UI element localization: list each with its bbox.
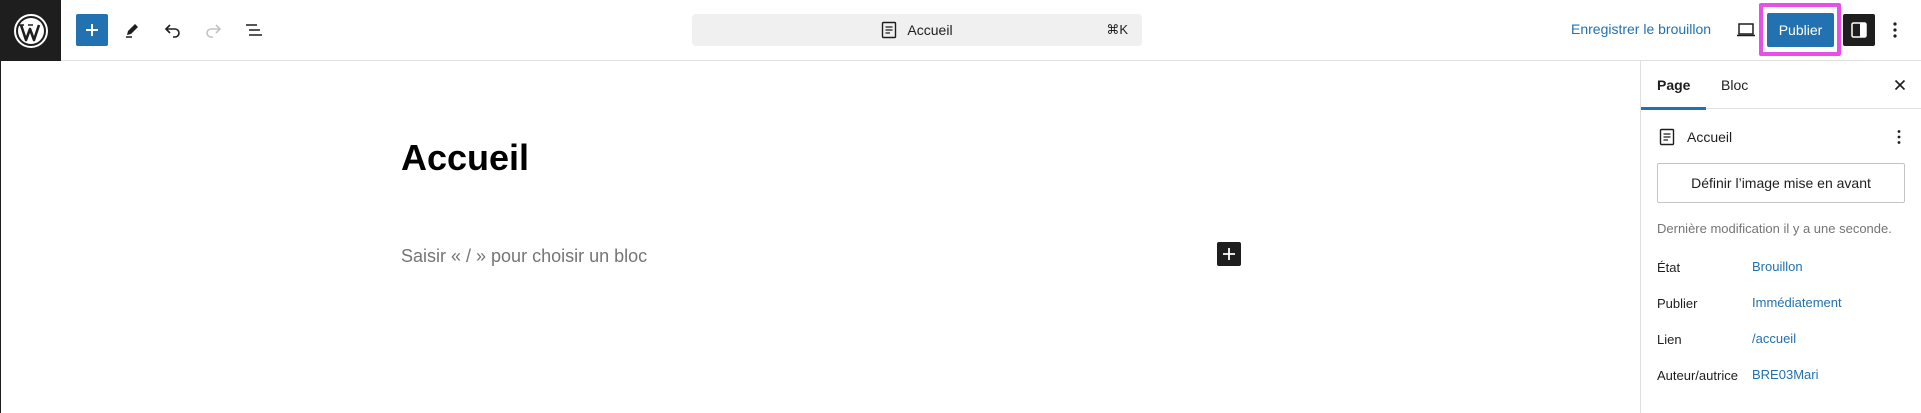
pencil-icon [126, 24, 138, 38]
link-value[interactable]: /accueil [1752, 331, 1796, 346]
block-placeholder[interactable]: Saisir « / » pour choisir un bloc [401, 246, 647, 267]
page-icon [1659, 128, 1675, 146]
page-icon [881, 21, 897, 39]
page-summary: Accueil [1659, 125, 1909, 149]
block-inserter-button[interactable] [1217, 242, 1241, 266]
close-icon [1894, 79, 1906, 91]
post-title[interactable]: Accueil [401, 137, 529, 179]
document-bar[interactable]: Accueil ⌘K [692, 14, 1142, 46]
tools-button[interactable] [116, 14, 148, 46]
set-featured-image-button[interactable]: Définir l’image mise en avant [1657, 163, 1905, 203]
redo-button[interactable] [197, 14, 229, 46]
plus-icon [86, 24, 98, 36]
status-label: État [1657, 260, 1681, 275]
link-label: Lien [1657, 332, 1682, 347]
author-label: Auteur/au­trice [1657, 368, 1738, 383]
sidebar-toggle-icon [1851, 22, 1867, 38]
status-value[interactable]: Brouillon [1752, 259, 1803, 274]
link-row: Lien /accueil [1657, 327, 1917, 351]
publish-value[interactable]: Immédiatement [1752, 295, 1842, 310]
undo-button[interactable] [157, 14, 189, 46]
page-name: Accueil [1687, 129, 1733, 145]
last-modified-text: Dernière modification il y a une seconde… [1657, 221, 1892, 236]
laptop-icon [1737, 23, 1755, 37]
options-button[interactable] [1882, 14, 1908, 46]
settings-sidebar: Page Bloc Accueil Définir l’image mise e… [1640, 61, 1921, 413]
add-block-button[interactable] [76, 14, 108, 46]
wordpress-logo-icon[interactable] [0, 0, 61, 61]
editor-canvas[interactable]: Accueil Saisir « / » pour choisir un blo… [0, 61, 1640, 413]
command-shortcut: ⌘K [1106, 22, 1128, 37]
redo-icon [206, 24, 222, 38]
status-row: État Brouillon [1657, 255, 1917, 279]
settings-button[interactable] [1843, 14, 1875, 46]
more-vertical-icon [1893, 22, 1897, 38]
publish-button[interactable]: Publier [1767, 13, 1834, 47]
close-sidebar-button[interactable] [1888, 73, 1912, 97]
undo-icon [164, 24, 180, 38]
tab-page[interactable]: Page [1641, 61, 1707, 110]
list-view-button[interactable] [238, 14, 270, 46]
plus-icon [1223, 248, 1235, 260]
block-editor: Accueil ⌘K Enregistrer le brouillon Publ… [0, 0, 1921, 413]
author-row: Auteur/au­trice BRE03Mari [1657, 363, 1917, 407]
more-vertical-icon [1897, 130, 1901, 144]
page-actions-button[interactable] [1889, 125, 1909, 149]
save-draft-button[interactable]: Enregistrer le brouillon [1571, 21, 1711, 37]
editor-toolbar: Accueil ⌘K Enregistrer le brouillon Publ… [0, 0, 1921, 61]
publish-row: Publier Immédiatement [1657, 291, 1917, 315]
preview-button[interactable] [1730, 14, 1762, 46]
publish-label: Publier [1657, 296, 1698, 311]
author-value[interactable]: BRE03Mari [1752, 367, 1818, 382]
tab-bloc[interactable]: Bloc [1705, 61, 1764, 109]
list-view-icon [246, 24, 262, 36]
sidebar-tabs: Page Bloc [1641, 61, 1921, 110]
document-title: Accueil [907, 22, 953, 38]
